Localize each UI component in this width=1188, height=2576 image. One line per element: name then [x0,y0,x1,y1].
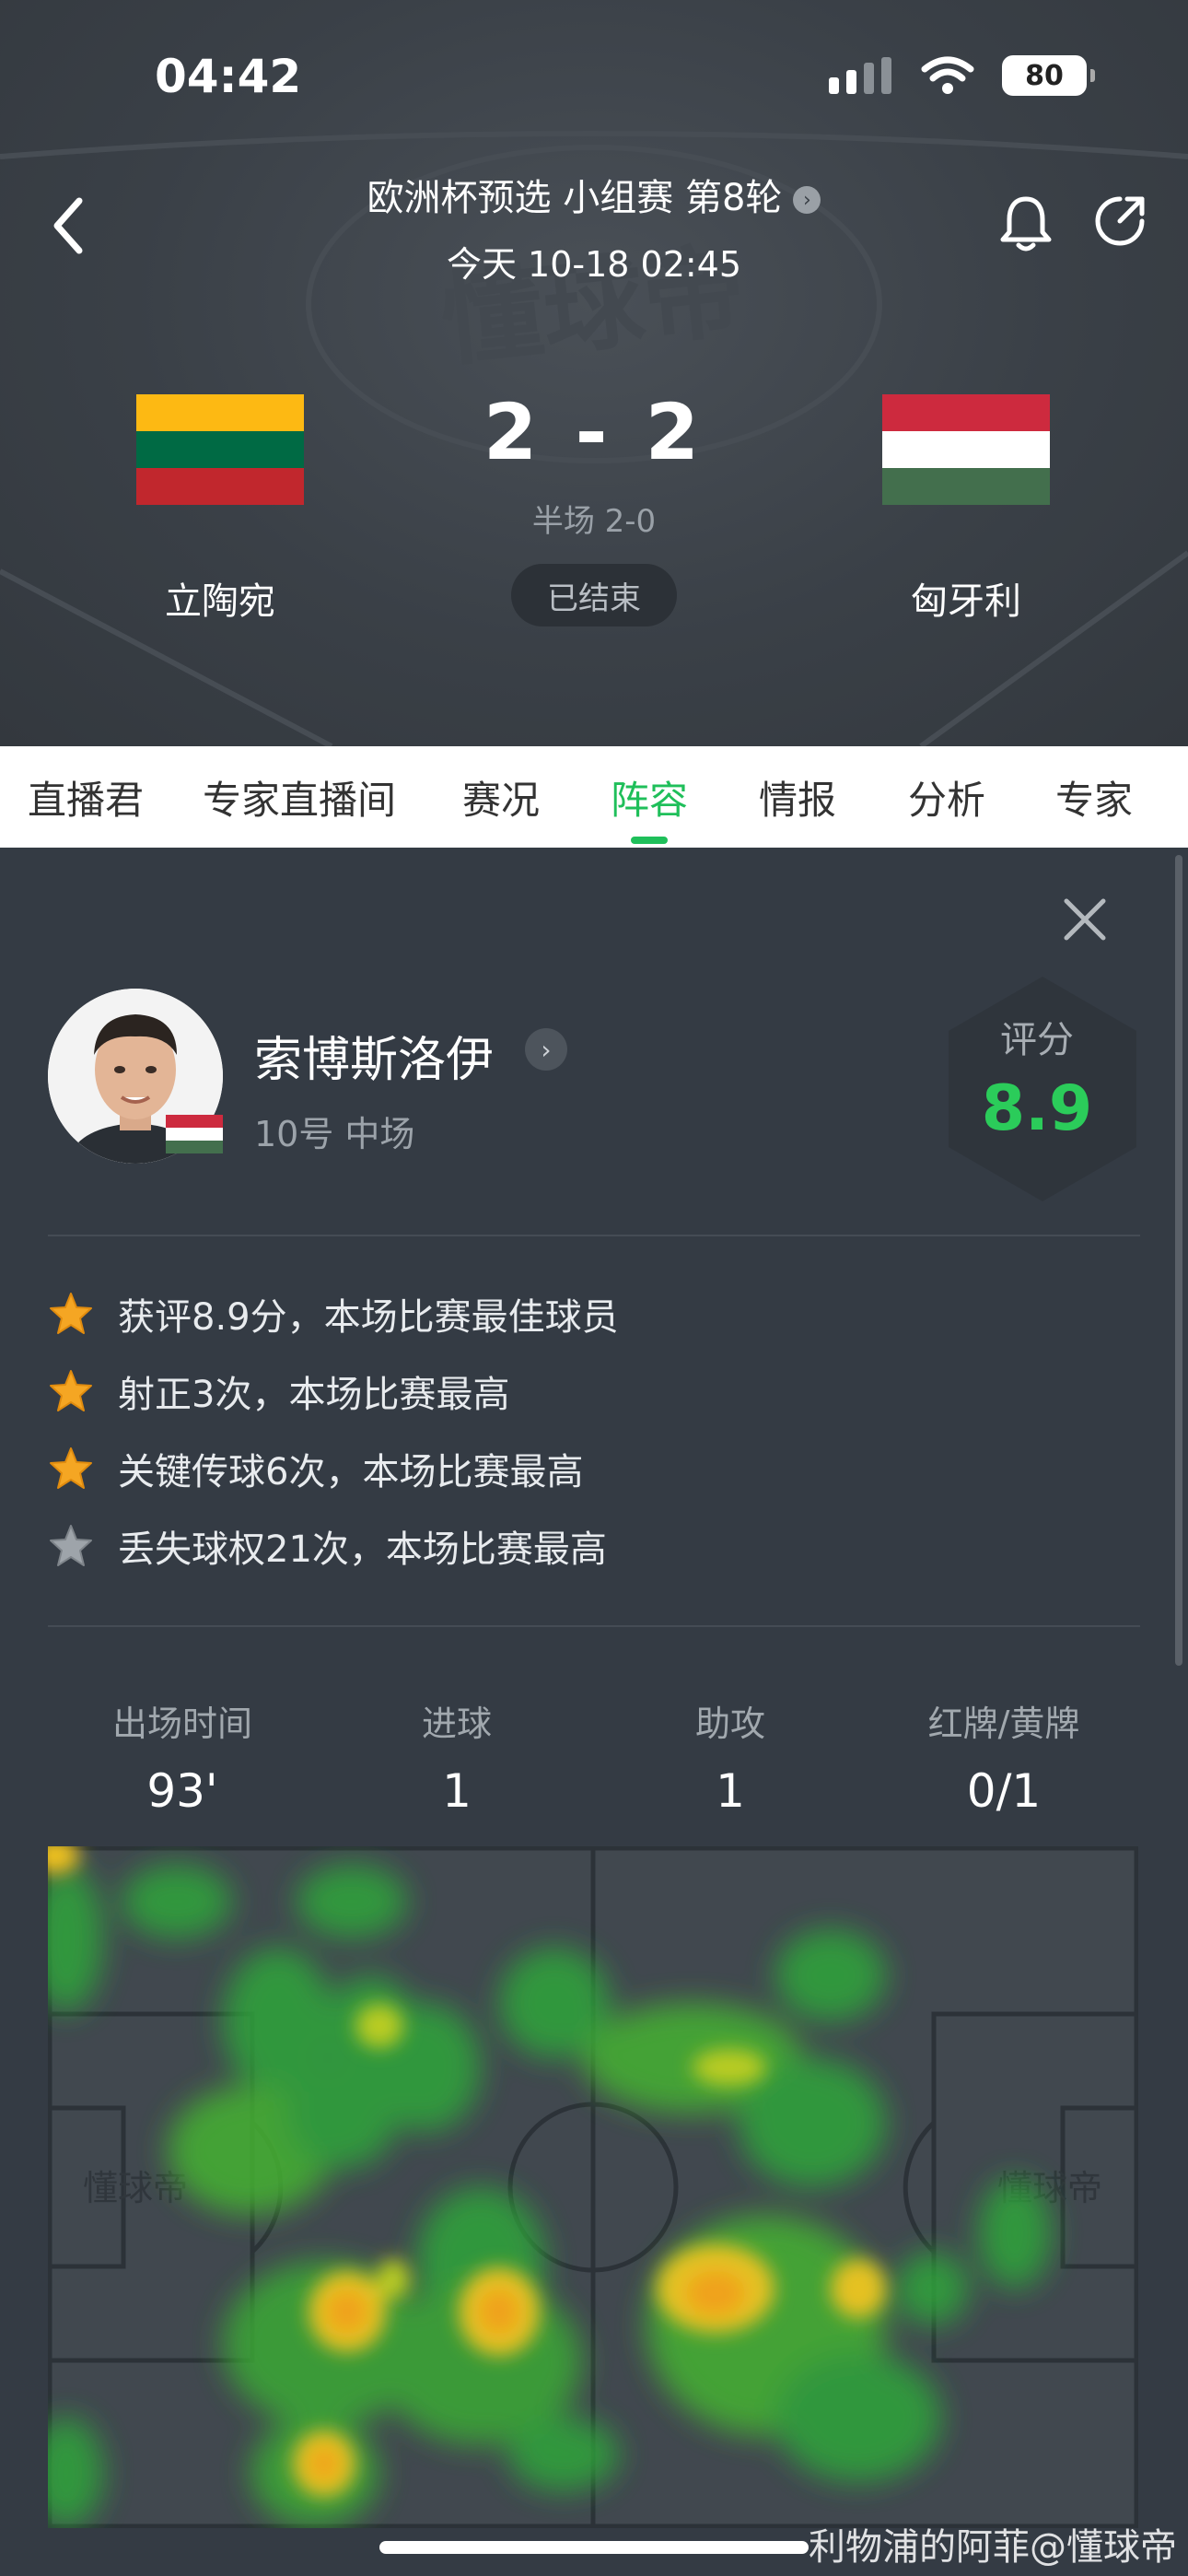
gold-star-icon [50,1370,92,1411]
match-status-badge: 已结束 [511,564,677,626]
tab-experts[interactable]: 专家 [1039,746,1149,848]
chevron-right-icon: › [793,186,821,214]
stat-label: 出场时间 [111,1704,252,1744]
tab-label: 专家直播间 [202,777,396,823]
stat-label: 红牌/黄牌 [927,1704,1080,1744]
share-icon[interactable] [1092,193,1147,249]
tab-active-indicator [631,837,668,844]
tab-expert-live[interactable]: 专家直播间 [184,746,414,848]
stat-goals: 进球 1 [337,1695,577,1818]
scrollbar[interactable] [1175,855,1182,1666]
chevron-right-icon[interactable]: › [525,1028,567,1071]
stat-minutes-played: 出场时间 93' [63,1695,302,1818]
tab-analysis[interactable]: 分析 [891,746,1002,848]
heatmap: 懂球帝 懂球帝 [48,1846,1138,2528]
gold-star-icon [50,1293,92,1334]
status-icons: 80 [829,55,1095,96]
stat-assists: 助攻 1 [611,1695,850,1818]
wifi-icon [921,56,974,94]
away-team-name[interactable]: 匈牙利 [828,571,1104,625]
player-name[interactable]: 索博斯洛伊 [254,1021,494,1090]
tab-label: 专家 [1054,777,1133,823]
silver-star-icon [50,1525,92,1566]
tab-label: 情报 [758,777,836,823]
stat-label: 助攻 [694,1704,765,1744]
highlight-item: 获评8.9分，本场比赛最佳球员 [48,1286,619,1341]
halftime-score: 半场 2-0 [531,503,657,540]
cellular-signal-icon [829,57,891,94]
highlight-text: 丢失球权21次，本场比赛最高 [118,1528,607,1571]
rating-value: 8.9 [981,1072,1093,1145]
pitch-watermark-left: 懂球帝 [83,2168,188,2208]
highlight-item: 射正3次，本场比赛最高 [48,1364,509,1419]
highlight-text: 获评8.9分，本场比赛最佳球员 [118,1296,619,1339]
competition-label: 欧洲杯预选 小组赛 第8轮 [367,177,783,219]
gold-star-icon [50,1447,92,1489]
highlight-text: 关键传球6次，本场比赛最高 [118,1451,584,1493]
tab-lineup[interactable]: 阵容 [594,746,705,848]
status-time: 04:42 [155,50,302,103]
tab-intel[interactable]: 情报 [742,746,853,848]
tab-label: 分析 [907,777,985,823]
home-indicator[interactable] [379,2541,809,2554]
tab-bar: 直播君 专家直播间 赛况 阵容 情报 分析 专家 [0,746,1188,848]
watermark-text: 利物浦的阿菲@懂球帝 [809,2526,1177,2569]
match-score: 2 - 2 [483,387,705,477]
header-background-decoration: 懂球帝 [0,131,1188,746]
tab-label: 直播君 [27,777,144,823]
stat-value: 0/1 [966,1764,1042,1818]
close-icon[interactable] [1057,892,1112,947]
battery-indicator: 80 [1002,55,1095,96]
stat-label: 进球 [421,1704,492,1744]
home-team-name[interactable]: 立陶宛 [82,571,358,625]
section-divider [48,1235,1140,1236]
tab-match-events[interactable]: 赛况 [446,746,556,848]
player-number-position: 10号 中场 [254,1114,415,1154]
rating-label: 评分 [1000,1019,1074,1061]
highlight-text: 射正3次，本场比赛最高 [118,1374,510,1416]
stat-cards: 红牌/黄牌 0/1 [884,1695,1124,1818]
tab-label: 阵容 [610,777,688,823]
bell-icon[interactable] [998,193,1054,254]
tab-label: 赛况 [461,777,540,823]
match-header: 懂球帝 04:42 80 欧洲杯预选 小组赛 第8轮 › 今天 10-18 02:… [0,0,1188,746]
section-divider [48,1625,1140,1627]
heatmap-pitch: 懂球帝 懂球帝 [48,1846,1138,2528]
stat-value: 93' [146,1764,218,1818]
stat-value: 1 [716,1764,745,1818]
highlight-item: 关键传球6次，本场比赛最高 [48,1441,583,1496]
player-nationality-flag [166,1115,223,1153]
stat-value: 1 [442,1764,472,1818]
highlight-item: 丢失球权21次，本场比赛最高 [48,1518,607,1574]
tab-live-host[interactable]: 直播君 [0,746,171,848]
